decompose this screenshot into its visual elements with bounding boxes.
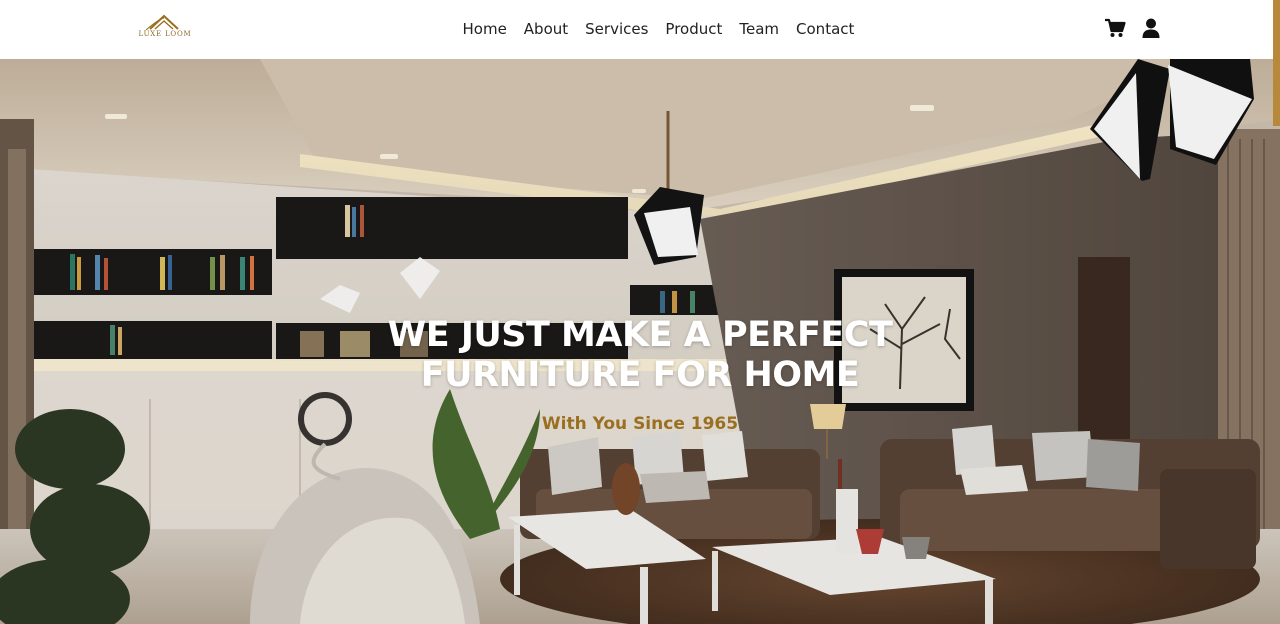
brand-name: LUXE LOOM xyxy=(138,30,192,38)
nav-item-services[interactable]: Services xyxy=(577,18,657,40)
site-header: LUXE LOOM Home About Services Product Te… xyxy=(0,0,1280,59)
cart-icon[interactable] xyxy=(1104,17,1126,39)
header-actions xyxy=(1104,17,1162,39)
hero-headline-line-1: WE JUST MAKE A PERFECT xyxy=(387,315,893,355)
nav-item-about[interactable]: About xyxy=(515,18,576,40)
main-nav: Home About Services Product Team Contact xyxy=(454,18,863,40)
page-scrollbar-thumb[interactable] xyxy=(1273,0,1280,126)
hero-headline-line-2: FURNITURE FOR HOME xyxy=(420,355,860,395)
hero-section: WE JUST MAKE A PERFECT FURNITURE FOR HOM… xyxy=(0,59,1280,624)
logo-emblem-icon xyxy=(145,14,179,31)
hero-headline: WE JUST MAKE A PERFECT FURNITURE FOR HOM… xyxy=(340,315,940,395)
user-icon[interactable] xyxy=(1140,17,1162,39)
hero-tagline: With You Since 1965 xyxy=(541,414,739,434)
nav-item-contact[interactable]: Contact xyxy=(788,18,863,40)
nav-item-team[interactable]: Team xyxy=(731,18,788,40)
brand-logo[interactable]: LUXE LOOM xyxy=(130,13,200,43)
nav-item-home[interactable]: Home xyxy=(454,18,515,40)
nav-item-product[interactable]: Product xyxy=(657,18,731,40)
